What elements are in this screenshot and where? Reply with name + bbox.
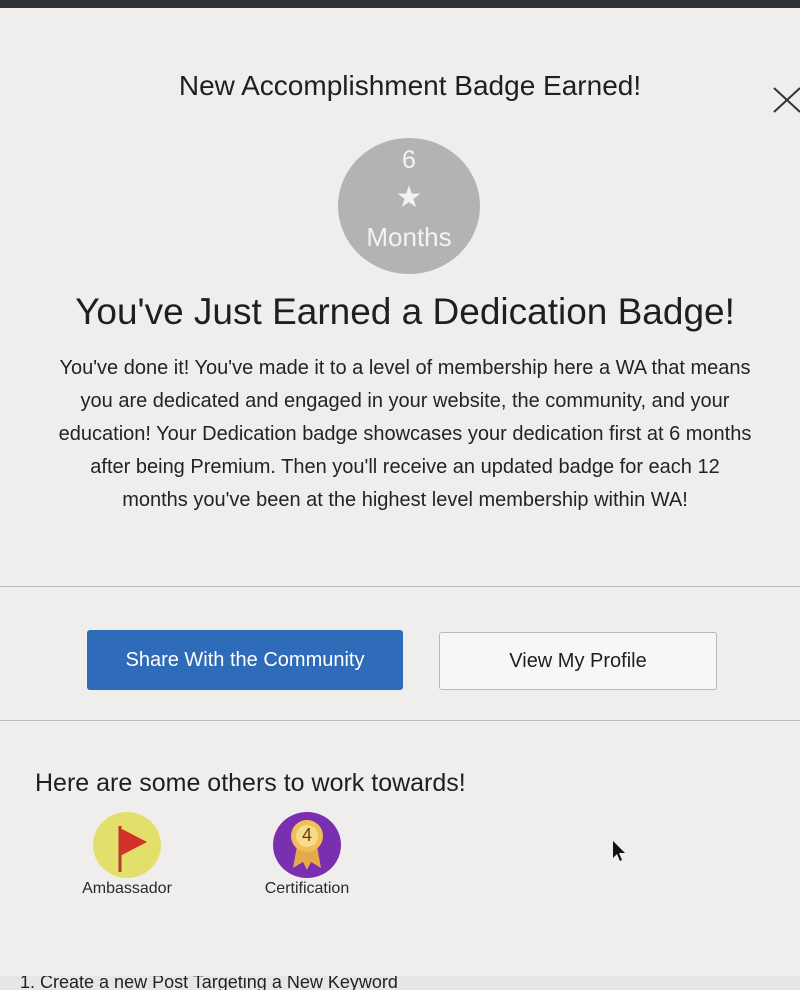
background-list-item[interactable]: 1. Create a new Post Targeting a New Key… [0, 976, 800, 990]
badge-number: 4 [301, 825, 312, 845]
rosette-icon: 4 [273, 812, 341, 878]
badge-unit: Months [366, 222, 452, 252]
view-profile-button[interactable]: View My Profile [439, 632, 717, 690]
flag-icon [93, 812, 161, 878]
badge-modal: New Accomplishment Badge Earned! 6 ★ Mon… [0, 8, 800, 976]
badge-number: 6 [402, 146, 416, 174]
ambassador-badge[interactable]: Ambassador [76, 812, 178, 898]
divider [0, 586, 800, 587]
certification-badge[interactable]: 4 Certification [258, 812, 356, 898]
modal-title: New Accomplishment Badge Earned! [178, 70, 642, 101]
badge-label: Certification [264, 880, 350, 897]
others-section-title: Here are some others to work towards! [35, 769, 466, 797]
background-task-text: 1. Create a new Post Targeting a New Key… [20, 976, 398, 990]
badge-description: You've done it! You've made it to a leve… [58, 357, 752, 511]
badge-headline: You've Just Earned a Dedication Badge! [75, 291, 735, 332]
share-with-community-button[interactable]: Share With the Community [87, 630, 403, 690]
star-icon: ★ [395, 181, 423, 214]
divider [0, 720, 800, 721]
badge-label: Ambassador [82, 880, 172, 897]
dedication-badge: 6 ★ Months [338, 138, 480, 274]
mouse-cursor-icon [612, 840, 626, 862]
